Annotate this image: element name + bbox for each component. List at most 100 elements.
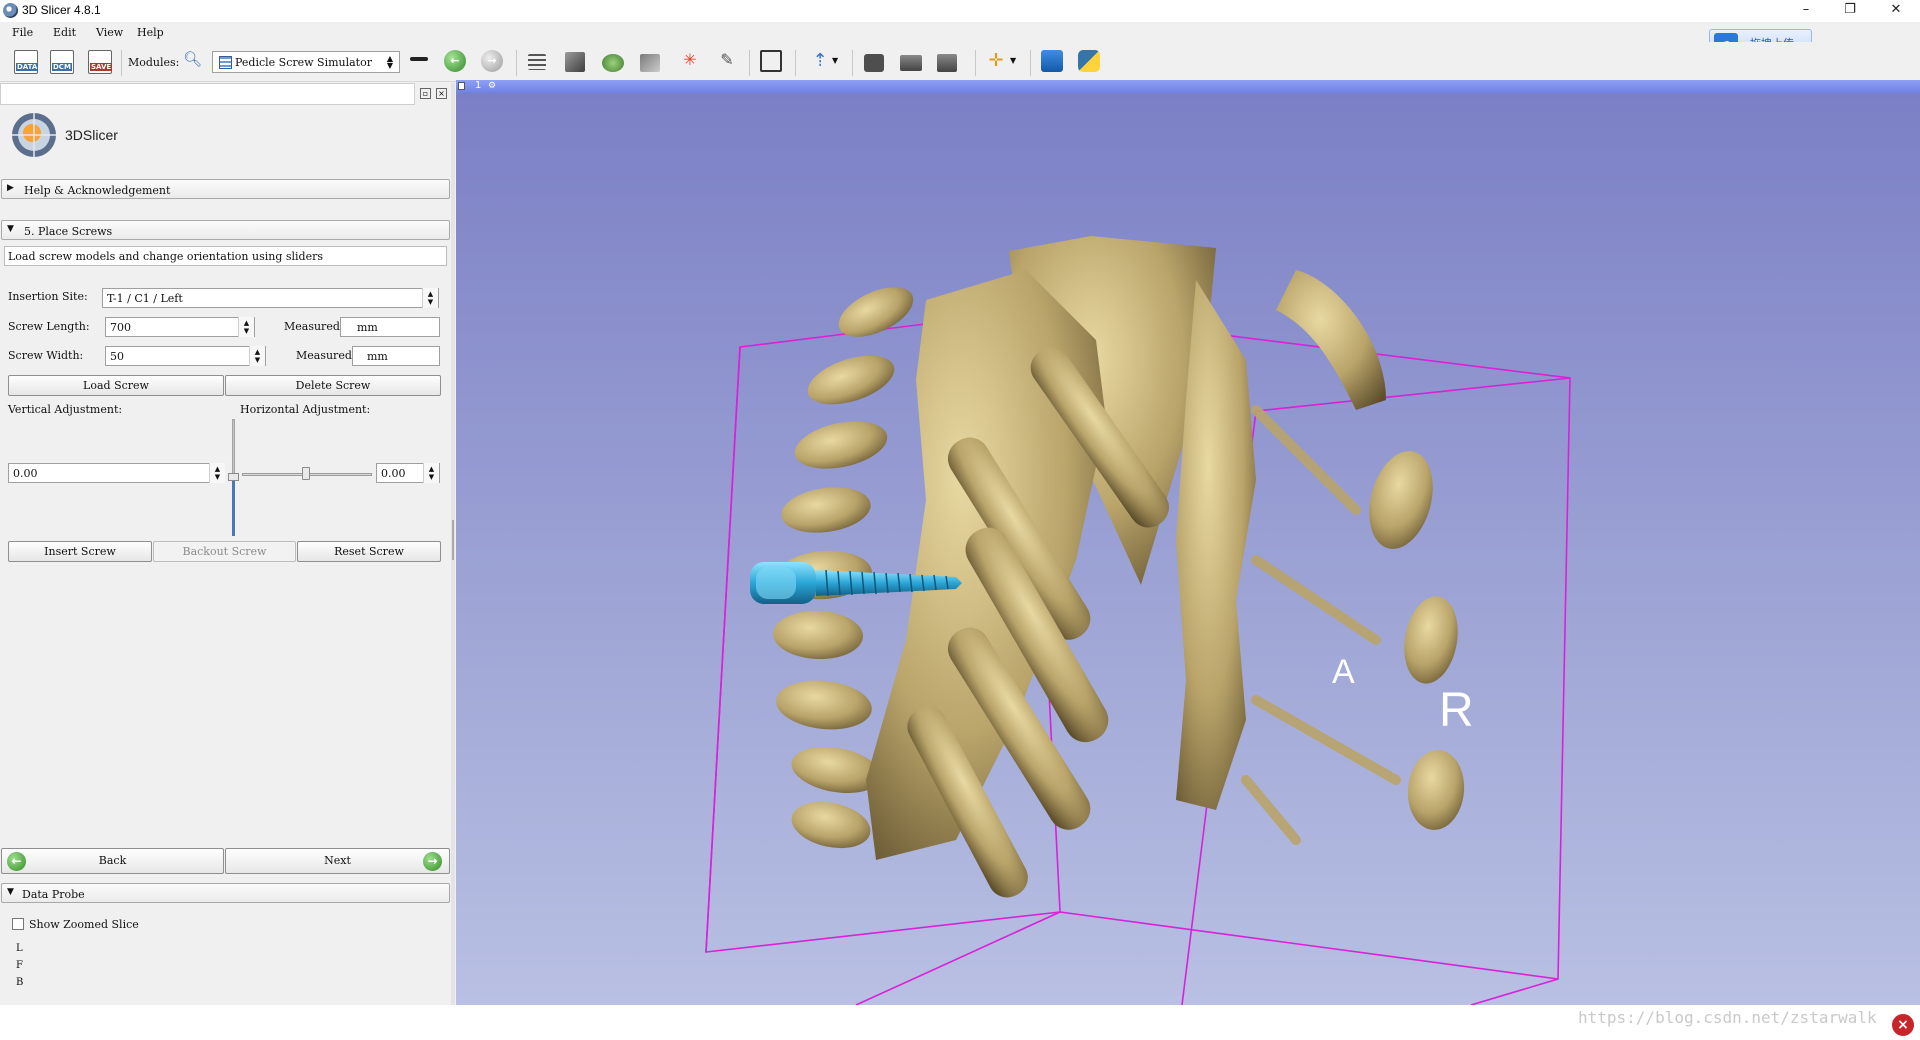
extension-manager-icon[interactable] [1041,50,1063,72]
load-data-button[interactable]: DATA [14,50,39,74]
show-zoomed-slice-checkbox[interactable] [12,918,24,930]
toolbar-separator [1030,50,1031,76]
show-zoomed-slice-label: Show Zoomed Slice [29,918,139,931]
place-screws-section[interactable]: ▼ 5. Place Screws [1,220,450,240]
module-history-icon[interactable] [410,57,428,61]
mouse-mode-dropdown-icon[interactable]: ▼ [832,56,842,80]
mouse-mode-icon[interactable]: ⇡ [808,50,832,74]
insertion-site-select[interactable]: T-1 / C1 / Left [102,288,439,308]
toolbar-separator [516,50,517,76]
crosshair-dropdown-icon[interactable]: ▼ [1010,56,1020,80]
screw-width-select[interactable]: 50 [105,346,266,366]
screw-length-label: Screw Length: [8,320,90,333]
screw-width-value: 50 [110,350,124,363]
backout-screw-button[interactable]: Backout Screw [153,541,296,562]
measured-length-field[interactable]: mm [340,317,440,337]
insertion-site-value: T-1 / C1 / Left [107,292,183,305]
measured-length-value: mm [357,321,378,334]
measured-width-value: mm [367,350,388,363]
vertical-adjustment-arrows-icon[interactable]: ▲ ▼ [209,463,225,483]
restore-button[interactable]: ❐ [1827,0,1873,22]
modules-label: Modules: [128,56,180,69]
spine-volume-rendering [773,236,1465,898]
models-module-icon[interactable] [602,54,624,72]
previous-module-icon[interactable]: ← [444,50,466,72]
main-toolbar: DATA DCM SAVE Modules: 🔍︎ Pedicle Screw … [0,42,1920,82]
next-arrow-icon: → [423,852,442,871]
load-screw-button[interactable]: Load Screw [8,375,224,396]
save-button[interactable]: SAVE [88,50,113,74]
window-title: 3D Slicer 4.8.1 [22,3,101,17]
data-probe-label: Data Probe [22,888,85,901]
menu-edit[interactable]: Edit [53,26,76,39]
step-description: Load screw models and change orientation… [4,246,447,266]
dicom-label: DCM [52,63,72,71]
screw-width-arrows-icon[interactable]: ▲ ▼ [249,346,265,366]
close-panel-icon[interactable]: × [436,88,447,99]
next-module-icon[interactable]: → [481,50,503,72]
delete-screw-button[interactable]: Delete Screw [225,375,441,396]
expand-arrow-icon: ▶ [7,183,14,193]
next-button-label: Next [324,854,351,867]
screw-length-select[interactable]: 700 [105,317,255,337]
horizontal-adjustment-label: Horizontal Adjustment: [240,403,371,416]
screw-width-label: Screw Width: [8,349,84,362]
insert-screw-button[interactable]: Insert Screw [8,541,152,562]
layout-icon[interactable] [760,50,782,72]
measured-width-field[interactable]: mm [352,346,440,366]
vertical-adjustment-slider-handle[interactable] [228,473,239,481]
data-probe-section[interactable]: ▼ Data Probe [1,883,450,903]
3d-view[interactable]: 1 ⚙ A R [456,80,1920,1005]
module-panel: ▫ × 3DSlicer ▶ Help & Acknowledgement ▼ … [0,83,452,1005]
screw-length-arrows-icon[interactable]: ▲ ▼ [238,317,254,337]
float-panel-icon[interactable]: ▫ [420,88,431,99]
module-search-icon[interactable]: 🔍︎ [183,50,207,74]
horizontal-adjustment-arrows-icon[interactable]: ▲ ▼ [423,463,439,483]
splitter-grip[interactable] [452,520,454,560]
horizontal-adjustment-slider-handle[interactable] [302,467,310,480]
data-module-icon[interactable] [528,54,546,70]
screenshot-icon[interactable] [864,54,884,72]
menu-file[interactable]: File [12,26,33,39]
menu-bar: File Edit View Help [0,22,1920,42]
back-button[interactable]: ← Back [1,848,224,874]
panel-header-field [0,83,415,105]
orientation-label-a: A [1332,653,1355,691]
module-selector-value: Pedicle Screw Simulator [235,56,372,69]
insertion-site-arrows-icon[interactable]: ▲ ▼ [422,288,438,308]
dicom-button[interactable]: DCM [50,50,74,74]
volumes-module-icon[interactable] [565,52,585,72]
watermark-text: https://blog.csdn.net/zstarwalk [1578,1008,1877,1027]
toolbar-separator [975,50,976,76]
orientation-label-r: R [1439,684,1474,737]
menu-help[interactable]: Help [137,26,164,39]
menu-view[interactable]: View [96,26,123,39]
help-acknowledgement-section[interactable]: ▶ Help & Acknowledgement [1,179,450,199]
capture-view-icon[interactable] [937,54,957,72]
help-section-label: Help & Acknowledgement [24,184,171,197]
vertical-adjustment-field[interactable]: 0.00 [8,463,211,483]
close-red-icon[interactable]: × [1890,1012,1916,1038]
slicer-app-icon [3,3,18,18]
transforms-module-icon[interactable] [640,54,660,72]
slicer-logo-icon [12,113,56,157]
next-button[interactable]: Next → [225,848,450,874]
minimize-button[interactable]: – [1783,0,1829,22]
collapse-arrow-icon: ▼ [7,887,14,897]
scene-view-icon[interactable] [900,55,922,71]
vertical-adjustment-value: 0.00 [13,467,38,480]
module-selector[interactable]: Pedicle Screw Simulator ▲ ▼ [212,51,400,73]
close-window-button[interactable]: ✕ [1873,0,1919,22]
slicer-logo-text: 3DSlicer [65,127,118,143]
save-label: SAVE [90,63,113,71]
insertion-site-label: Insertion Site: [8,290,88,303]
python-console-icon[interactable] [1078,50,1100,72]
reset-screw-button[interactable]: Reset Screw [297,541,441,562]
back-arrow-icon: ← [7,852,26,871]
measured-width-label: Measured: [296,349,356,362]
crosshair-icon[interactable]: ✛ [984,50,1008,74]
markups-module-icon[interactable]: ✳ [678,50,702,74]
probe-b-label: B [16,977,24,988]
module-list-icon [219,56,232,69]
segment-editor-icon[interactable]: ✎ [715,50,739,74]
